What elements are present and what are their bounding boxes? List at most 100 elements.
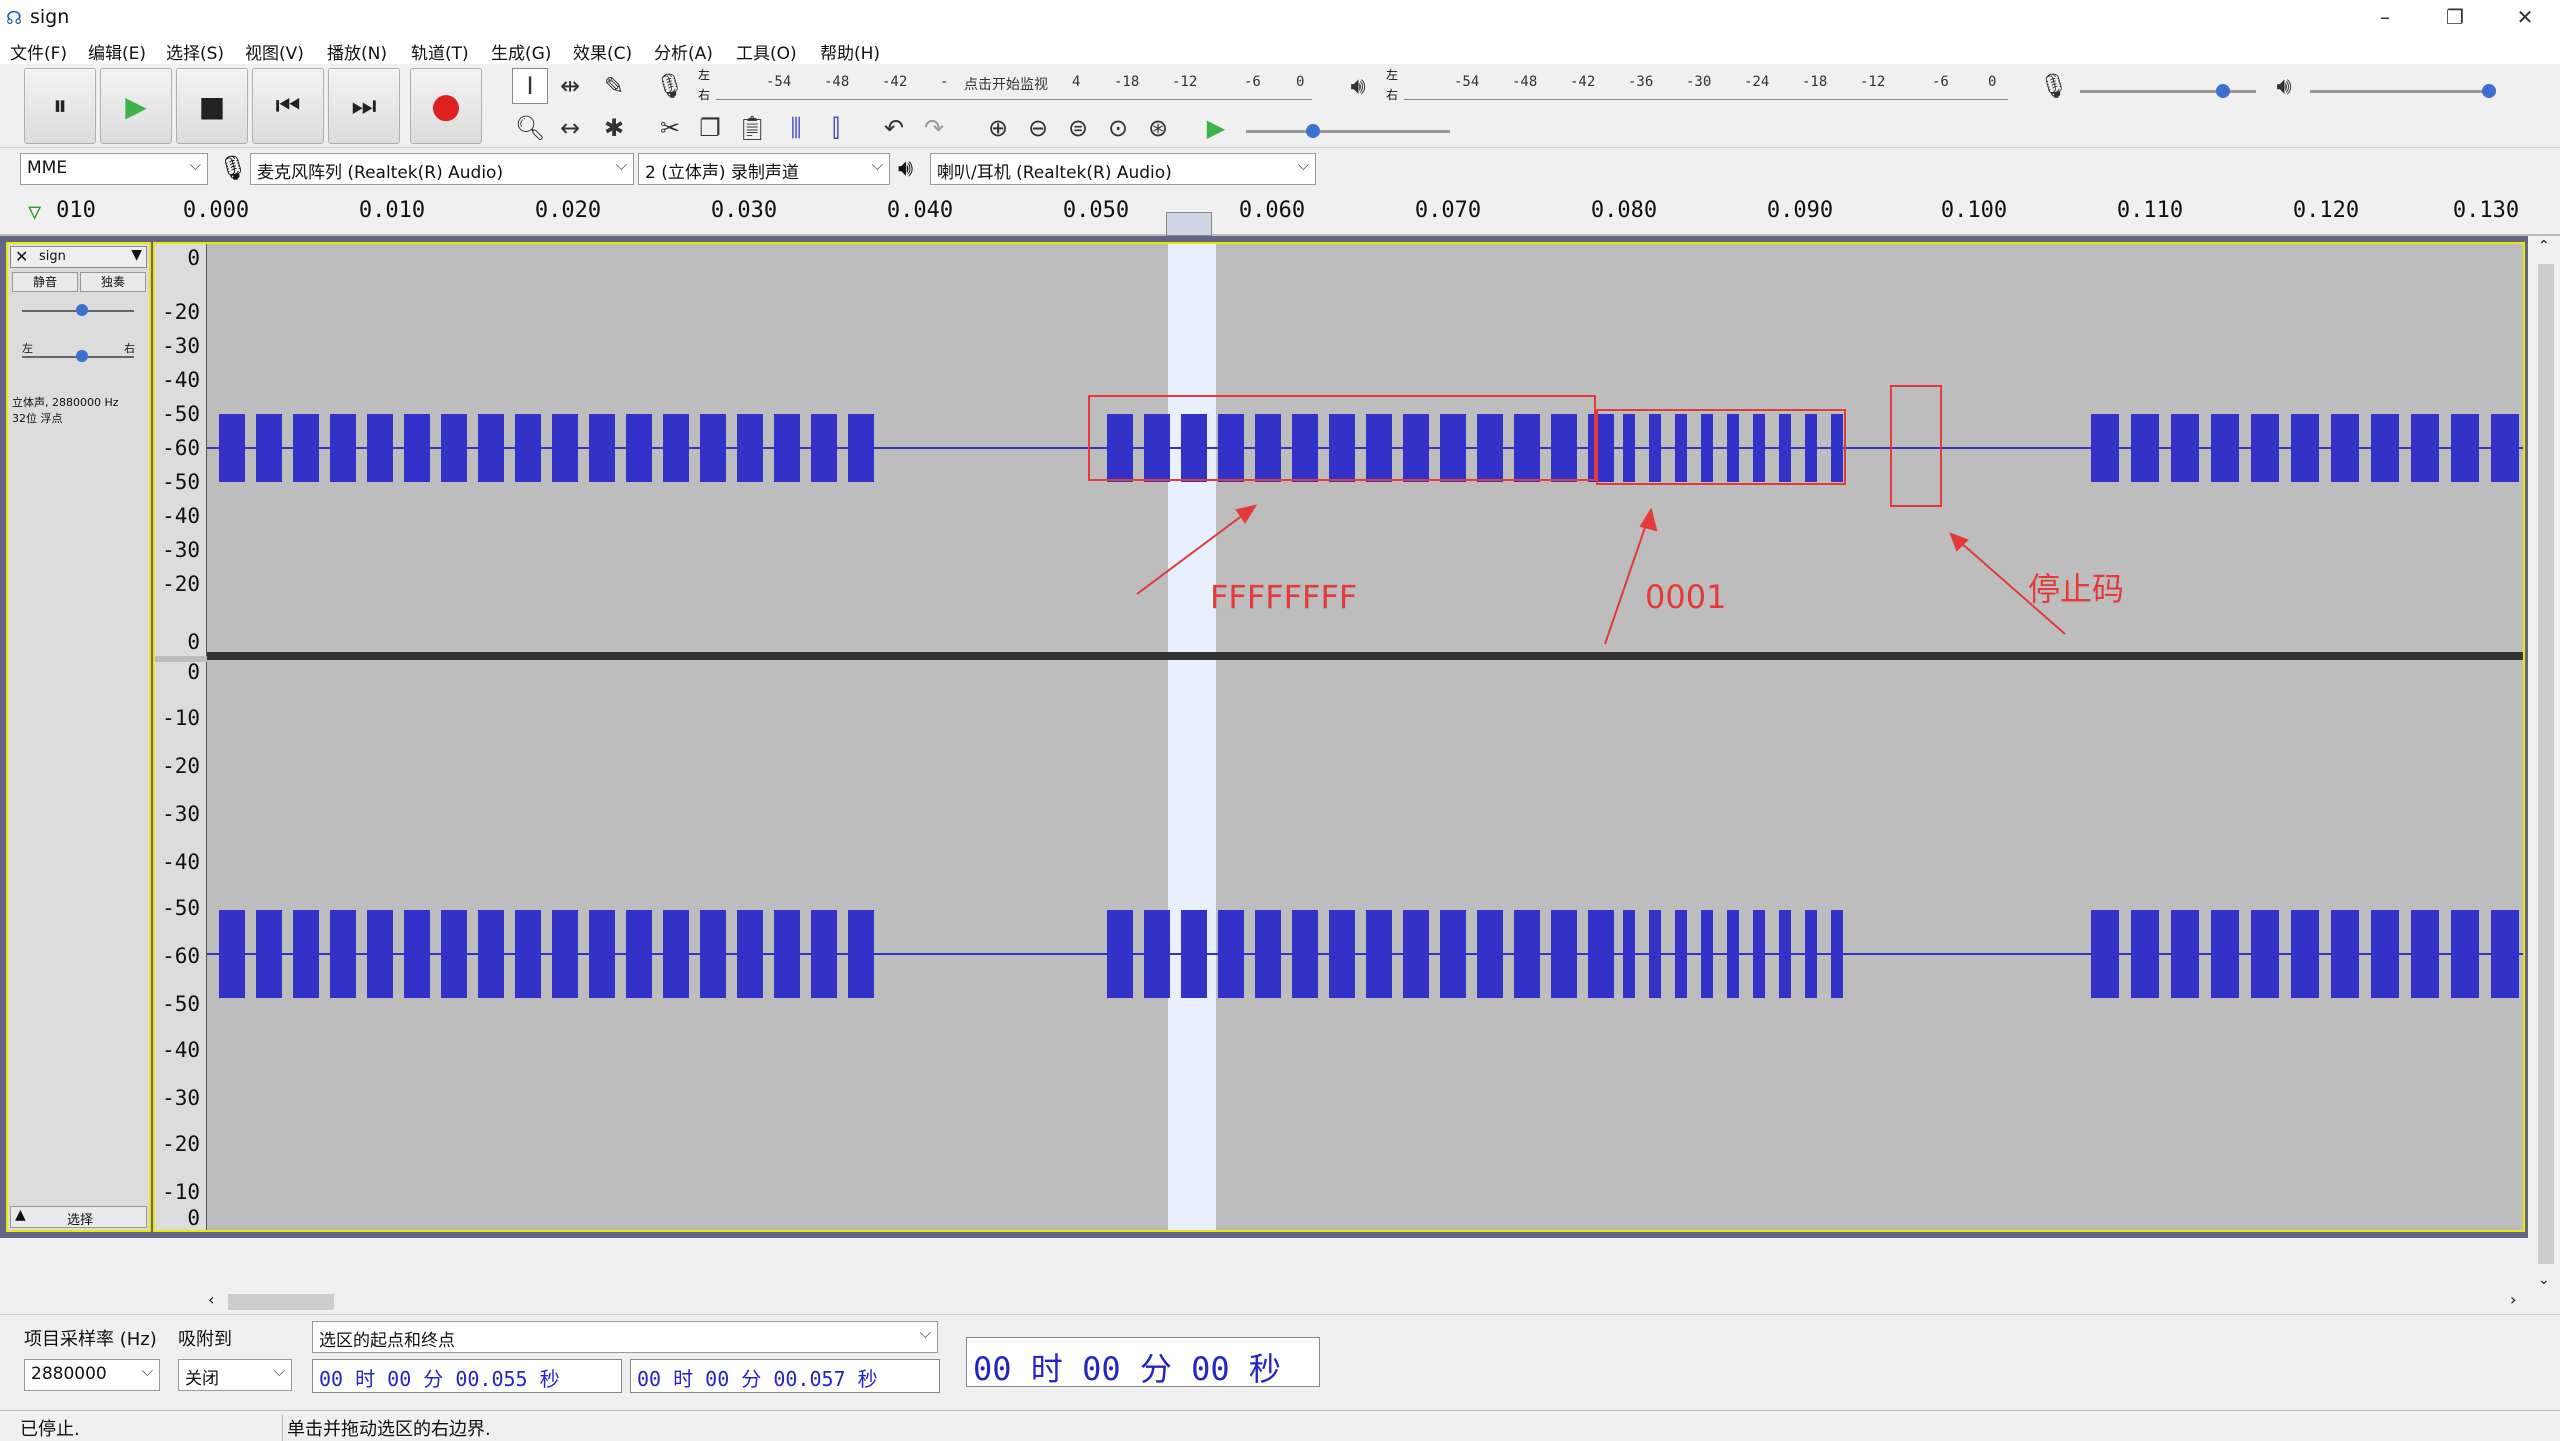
zoom-tool-icon[interactable]: 🔍︎ — [512, 110, 548, 146]
menu-tools[interactable]: 工具(O) — [736, 39, 797, 64]
vruler-label: -40 — [162, 1038, 200, 1062]
playback-volume-thumb[interactable] — [2482, 84, 2496, 98]
menu-effect[interactable]: 效果(C) — [573, 39, 632, 64]
output-device-icon: 🔊︎ — [898, 154, 914, 182]
menu-tracks[interactable]: 轨道(T) — [411, 39, 469, 64]
track-name[interactable]: sign — [39, 249, 66, 264]
ruler-label: 0.110 — [2116, 198, 2184, 223]
zoom-out-icon[interactable]: ⊖ — [1020, 110, 1056, 146]
channels-select[interactable]: 2 (立体声) 录制声道 ⌵ — [638, 153, 890, 185]
selection-mode-select[interactable]: 选区的起点和终点 ⌵ — [312, 1321, 938, 1353]
draw-tool-icon[interactable]: ✎ — [596, 68, 632, 104]
play-button[interactable]: ▶ — [100, 68, 172, 144]
play-speed-thumb[interactable] — [1306, 124, 1320, 138]
horizontal-scroll-thumb[interactable] — [228, 1294, 334, 1310]
cut-icon[interactable]: ✂ — [652, 110, 688, 146]
input-device-select[interactable]: 麦克风阵列 (Realtek(R) Audio) ⌵ — [250, 153, 634, 185]
waveform-burst — [1831, 910, 1843, 998]
stop-button[interactable]: ■ — [176, 68, 248, 144]
vertical-scrollbar[interactable]: ⌃ ⌄ — [2532, 236, 2560, 1296]
playback-meter[interactable]: -54 -48 -42 -36 -30 -24 -18 -12 -6 0 — [1404, 70, 2008, 100]
pan-right-label: 右 — [124, 342, 135, 355]
maximize-button[interactable]: ❐ — [2420, 0, 2490, 36]
selection-marker[interactable] — [1166, 212, 1212, 236]
scroll-right-icon[interactable]: › — [2510, 1290, 2516, 1309]
pan-thumb[interactable] — [76, 350, 88, 362]
audio-position-time[interactable]: 00 时 00 分 00 秒 — [966, 1337, 1320, 1388]
speaker-icon[interactable]: 🔊︎ — [1340, 68, 1376, 104]
fit-selection-icon[interactable]: ⊜ — [1060, 110, 1096, 146]
track-menu-chevron-icon[interactable]: ▼ — [131, 247, 142, 263]
paste-icon[interactable]: 📋︎ — [734, 110, 770, 146]
pause-button[interactable]: ⏸ — [24, 68, 96, 144]
annotation-0001: 0001 — [1645, 578, 1727, 616]
waveform-burst — [1805, 414, 1817, 482]
audio-host-select[interactable]: MME ⌵ — [20, 153, 208, 185]
play-speed-slider[interactable] — [1246, 130, 1450, 133]
track-header[interactable]: ✕ sign ▼ — [10, 246, 147, 268]
close-track-icon[interactable]: ✕ — [15, 247, 28, 266]
waveform-burst — [367, 414, 393, 482]
silence-icon[interactable]: ⫿ — [818, 110, 854, 146]
trim-icon[interactable]: ⫼ — [778, 110, 814, 146]
timeline-ruler[interactable]: ▽ 010 0.000 0.010 0.020 0.030 0.040 0.05… — [0, 192, 2560, 236]
chevron-down-icon: ⌵ — [273, 1362, 285, 1380]
waveform-burst — [1675, 910, 1687, 998]
fit-project-icon[interactable]: ⊙ — [1100, 110, 1136, 146]
waveform-burst — [552, 414, 578, 482]
record-volume-thumb[interactable] — [2216, 84, 2230, 98]
project-rate-select[interactable]: 2880000 ⌵ — [24, 1359, 160, 1391]
waveform-frame[interactable]: 0 -20 -30 -40 -50 -60 -50 -40 -30 -20 0 … — [153, 242, 2525, 1232]
zoom-in-icon[interactable]: ⊕ — [980, 110, 1016, 146]
menu-analyze[interactable]: 分析(A) — [654, 39, 713, 64]
microphone-icon[interactable]: 🎙︎ — [652, 68, 688, 104]
play-at-speed-icon[interactable]: ▶ — [1198, 110, 1234, 146]
mute-button[interactable]: 静音 — [12, 272, 78, 292]
undo-icon[interactable]: ↶ — [876, 110, 912, 146]
waveform-canvas[interactable] — [207, 244, 2523, 1230]
waveform-burst — [2131, 910, 2159, 998]
horizontal-scrollbar[interactable]: ‹ › — [0, 1290, 2532, 1314]
snap-to-select[interactable]: 关闭 ⌵ — [178, 1359, 292, 1391]
waveform-burst — [2211, 910, 2239, 998]
gain-thumb[interactable] — [76, 304, 88, 316]
meter-tick: -18 — [1114, 74, 1140, 90]
solo-button[interactable]: 独奏 — [80, 272, 146, 292]
collapse-icon[interactable]: ▲ — [15, 1207, 26, 1223]
menu-view[interactable]: 视图(V) — [245, 39, 304, 64]
record-button[interactable]: ● — [410, 68, 482, 144]
vruler-label: -50 — [162, 470, 200, 494]
vertical-scroll-thumb[interactable] — [2538, 264, 2554, 1264]
annotation-ffffffff: FFFFFFFF — [1210, 578, 1358, 616]
menu-generate[interactable]: 生成(G) — [491, 39, 551, 64]
record-meter-left-label: 左 — [698, 68, 711, 82]
select-track-button[interactable]: 选择 — [67, 1209, 93, 1228]
zoom-toggle-icon[interactable]: ⊛ — [1140, 110, 1176, 146]
menu-edit[interactable]: 编辑(E) — [88, 39, 146, 64]
copy-icon[interactable]: ❐ — [692, 110, 728, 146]
close-button[interactable]: ✕ — [2490, 0, 2560, 36]
playback-volume-slider[interactable] — [2310, 90, 2496, 93]
timeshift-tool-icon[interactable]: ↔ — [552, 110, 588, 146]
envelope-tool-icon[interactable]: ⇹ — [552, 68, 588, 104]
menu-file[interactable]: 文件(F) — [10, 39, 67, 64]
project-rate-value: 2880000 — [31, 1364, 107, 1384]
menu-play[interactable]: 播放(N) — [327, 39, 387, 64]
menu-select[interactable]: 选择(S) — [166, 39, 224, 64]
selection-end-time[interactable]: 00 时 00 分 00.057 秒 — [630, 1359, 940, 1393]
record-meter[interactable]: -54 -48 -42 - 点击开始监视 4 -18 -12 -6 0 — [716, 70, 1312, 100]
redo-icon[interactable]: ↷ — [916, 110, 952, 146]
skip-to-end-button[interactable]: ⏭ — [328, 68, 400, 144]
output-device-select[interactable]: 喇叭/耳机 (Realtek(R) Audio) ⌵ — [930, 153, 1316, 185]
multi-tool-icon[interactable]: ✱ — [596, 110, 632, 146]
skip-to-start-button[interactable]: ⏮ — [252, 68, 324, 144]
scroll-up-icon[interactable]: ⌃ — [2538, 238, 2550, 254]
scroll-down-icon[interactable]: ⌄ — [2538, 1272, 2550, 1288]
menu-help[interactable]: 帮助(H) — [820, 39, 880, 64]
vruler-label: -30 — [162, 1086, 200, 1110]
minimize-button[interactable]: – — [2350, 0, 2420, 36]
monitor-hint[interactable]: 点击开始监视 — [964, 74, 1048, 94]
scroll-left-icon[interactable]: ‹ — [208, 1290, 214, 1309]
selection-tool-icon[interactable]: I — [512, 68, 548, 104]
selection-start-time[interactable]: 00 时 00 分 00.055 秒 — [312, 1359, 622, 1393]
